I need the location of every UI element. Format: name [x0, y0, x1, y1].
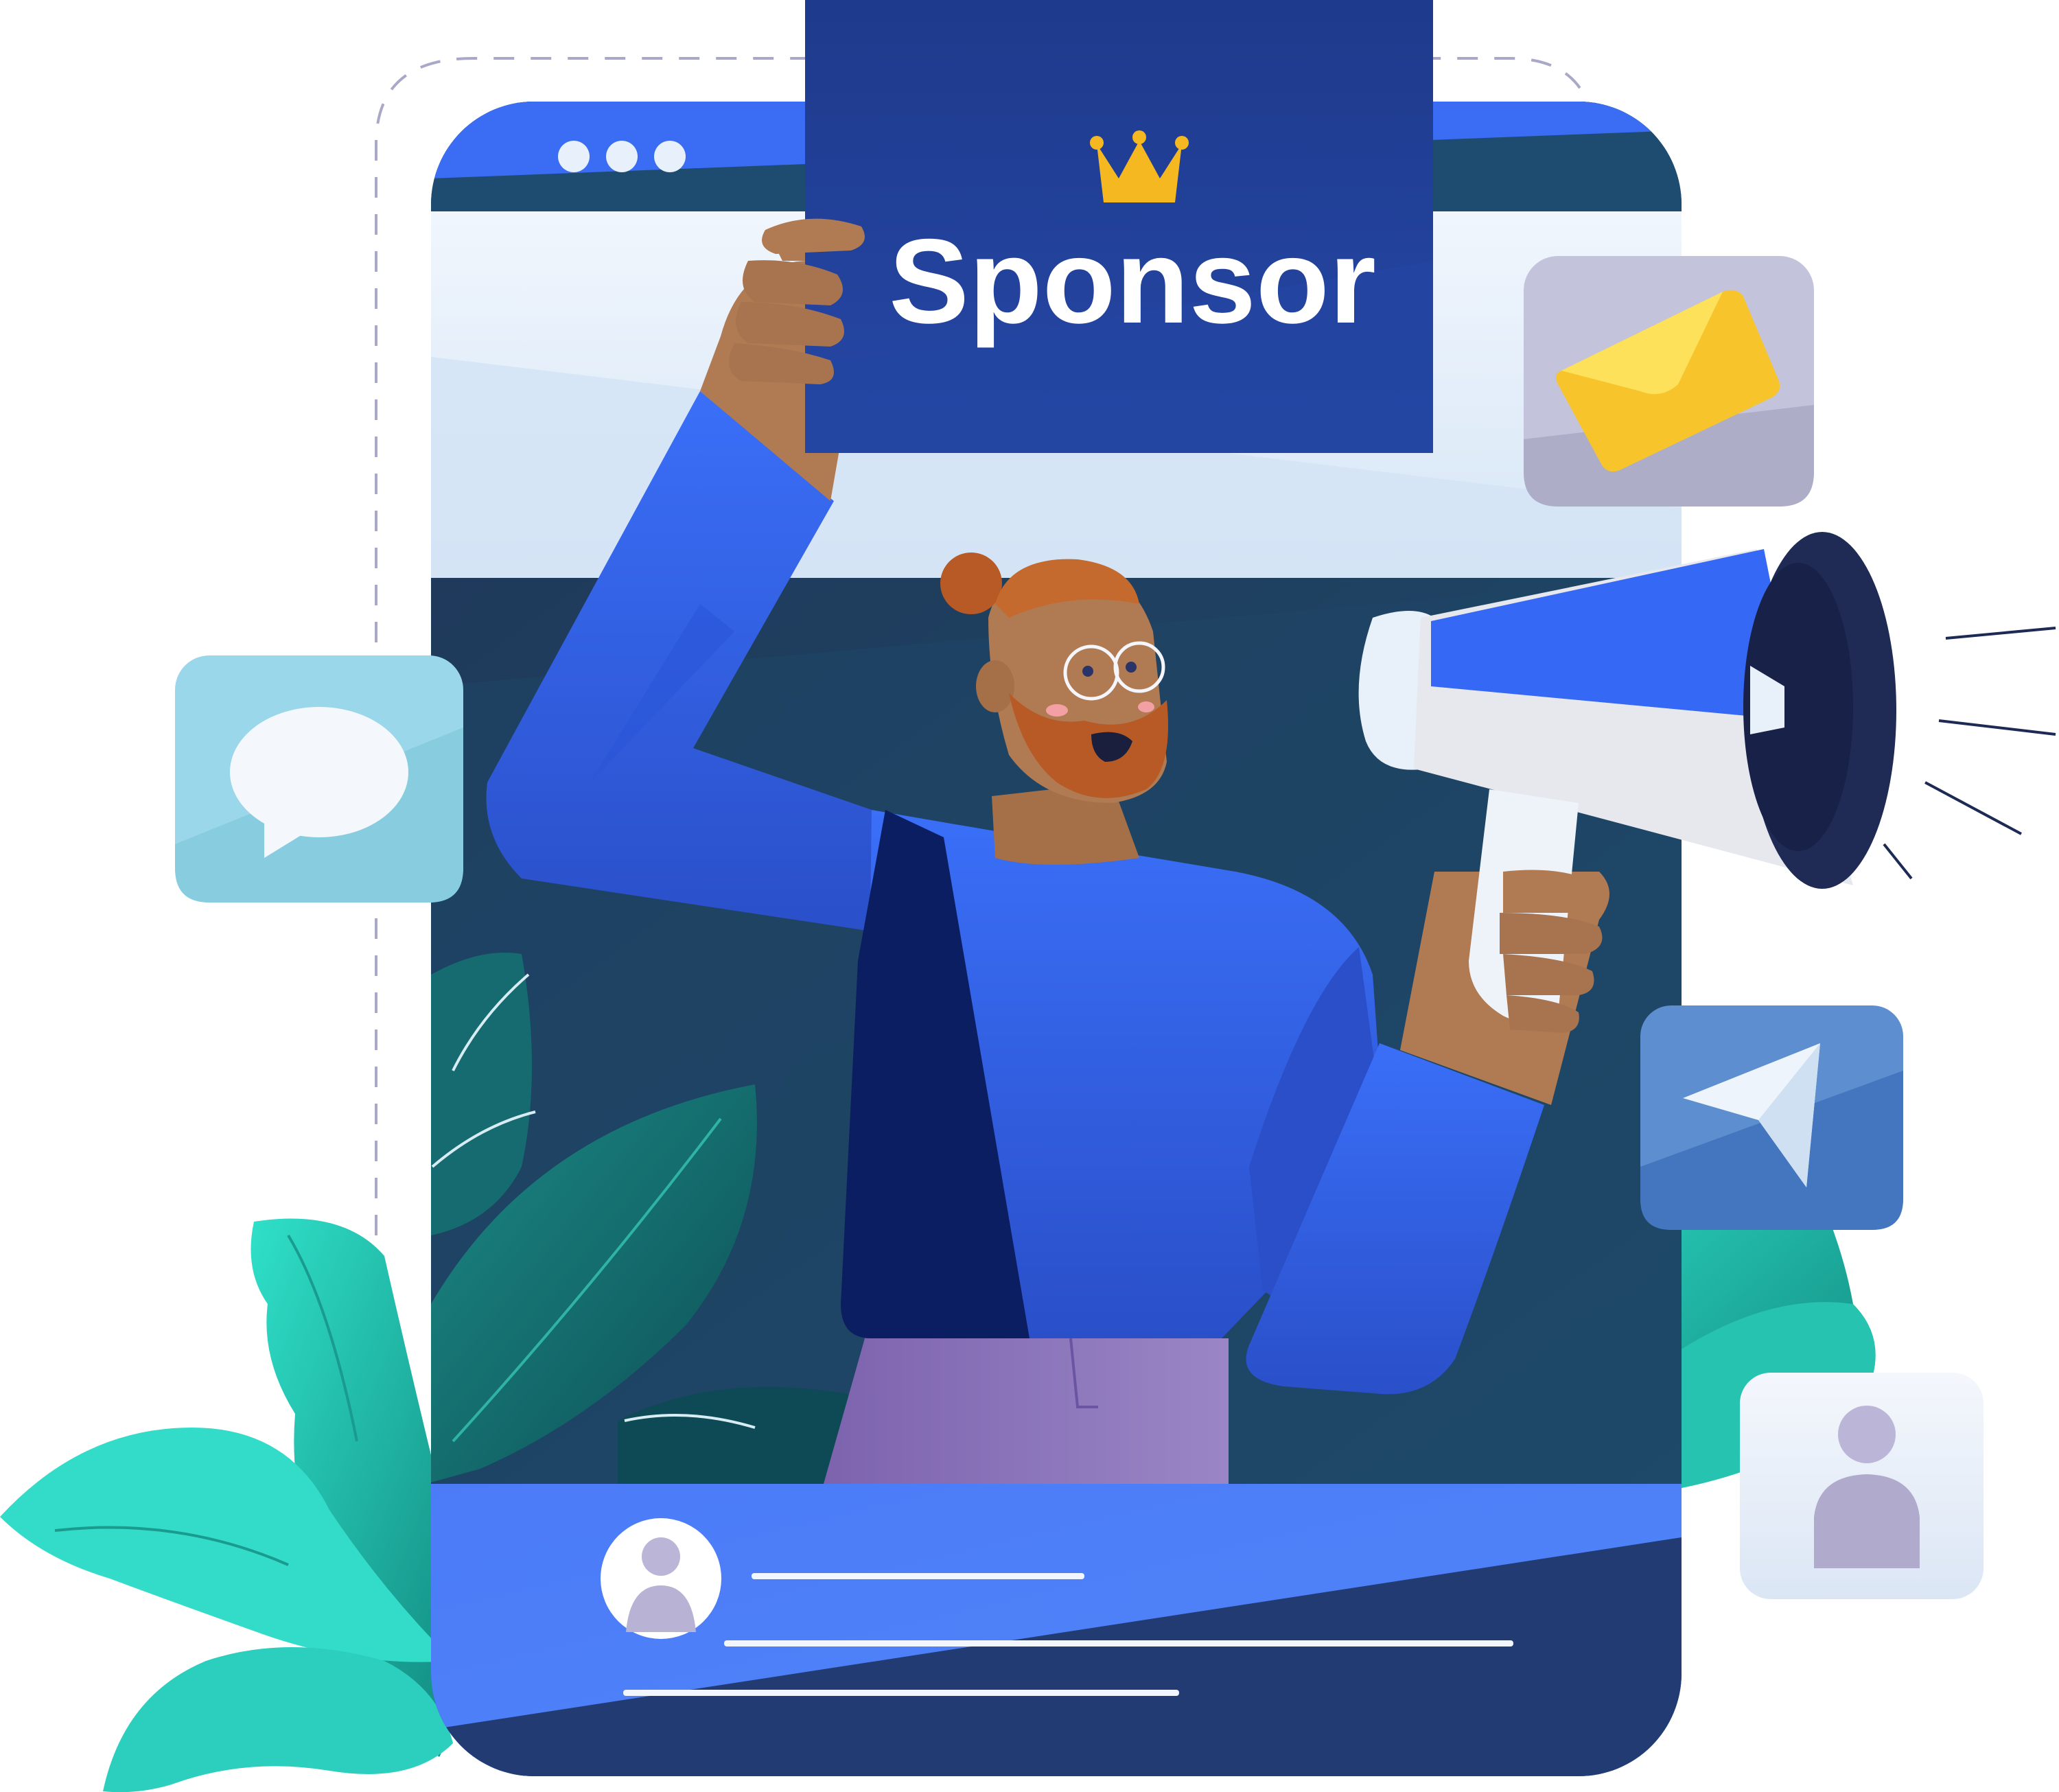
send-tile[interactable]	[1640, 1005, 1903, 1230]
sponsor-label: Sponsor	[889, 215, 1376, 349]
post-line-3	[623, 1690, 1179, 1696]
sponsor-sign: Sponsor	[805, 0, 1433, 453]
illustration-canvas: Sponsor	[0, 0, 2056, 1792]
three-dots-icon[interactable]	[558, 141, 686, 172]
email-tile[interactable]	[1524, 256, 1814, 507]
sponsor-illustration: Sponsor	[0, 0, 2059, 1792]
leaves-left	[0, 1218, 464, 1792]
avatar-icon[interactable]	[601, 1518, 721, 1639]
profile-tile[interactable]	[1740, 1373, 1984, 1599]
post-line-2	[724, 1640, 1513, 1646]
post-line-1	[752, 1573, 1084, 1579]
chat-tile[interactable]	[175, 655, 463, 903]
